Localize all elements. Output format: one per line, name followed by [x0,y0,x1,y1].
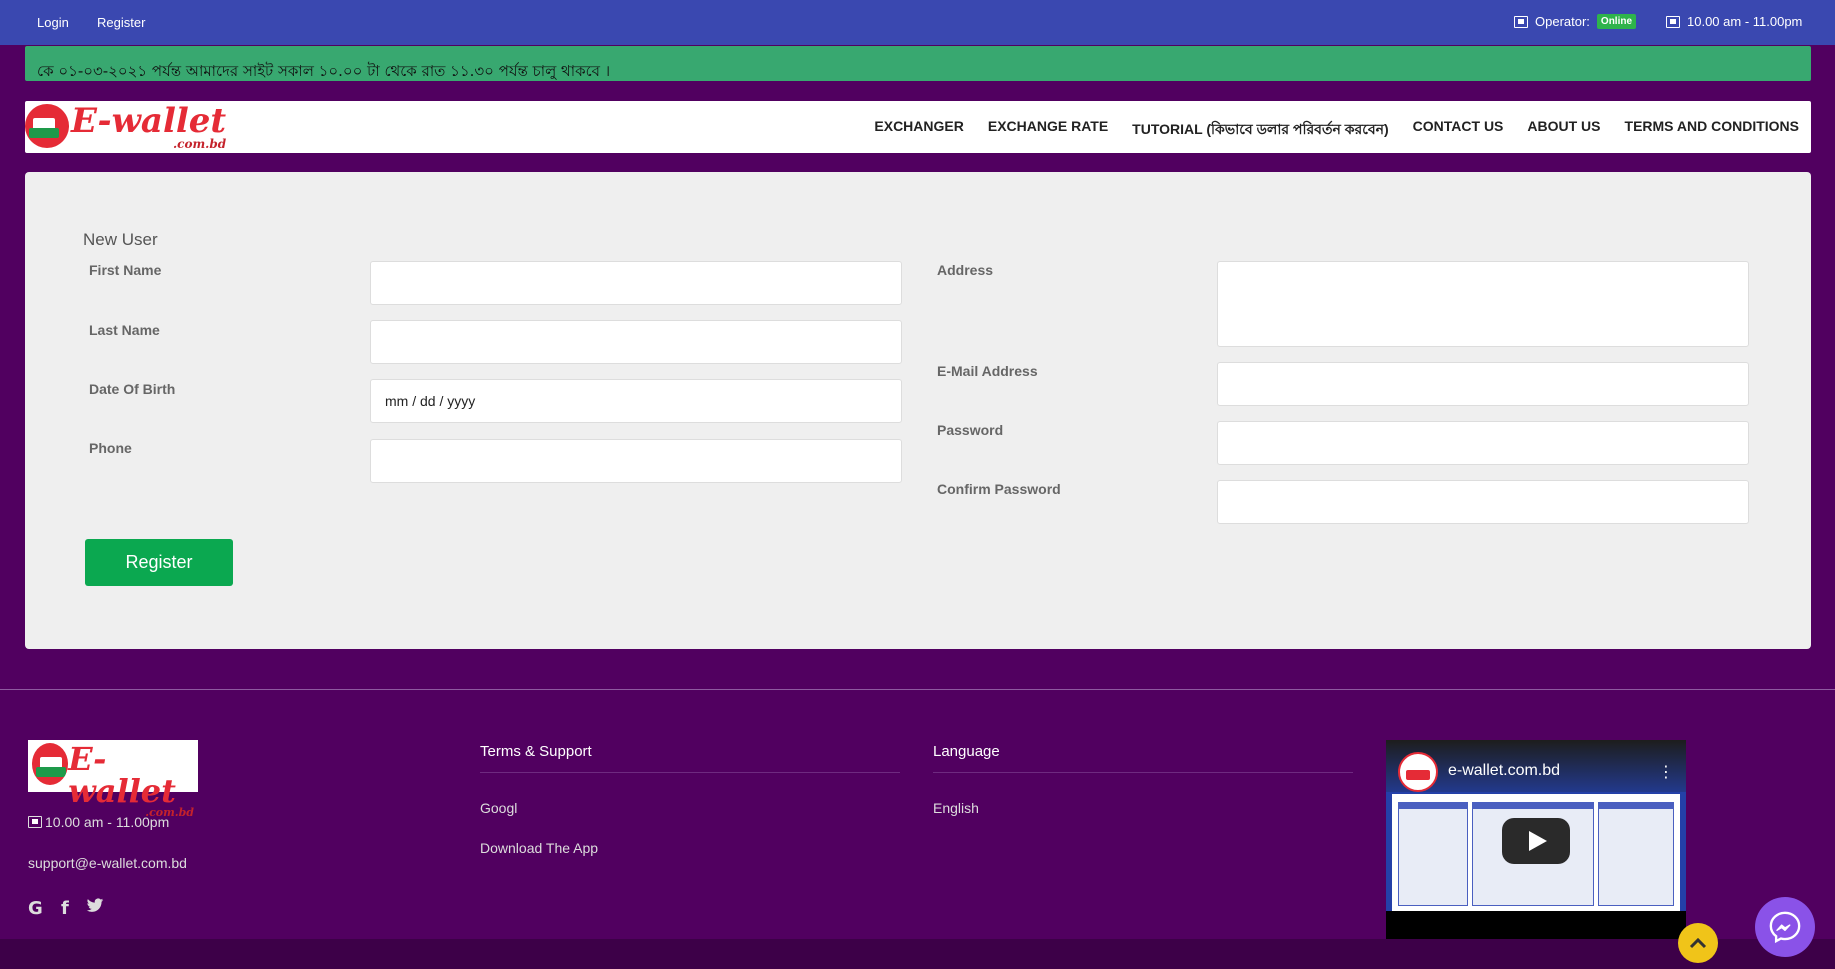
phone-input[interactable] [370,439,902,483]
terms-heading: Terms & Support [480,743,592,760]
dob-placeholder: mm / dd / yyyy [385,393,476,409]
email-input[interactable] [1217,362,1749,406]
first-name-label: First Name [89,262,162,278]
thumbnail-bar [1473,803,1593,809]
register-link[interactable]: Register [97,15,145,30]
twitter-icon[interactable] [86,898,104,919]
thumbnail-column [1398,802,1468,906]
monitor-icon [28,816,42,828]
facebook-icon[interactable]: f [61,898,69,919]
youtube-video-embed[interactable]: e-wallet.com.bd ⋮ [1386,740,1686,939]
footer-hours-text: 10.00 am - 11.00pm [45,814,170,830]
chevron-up-icon [1689,937,1707,949]
status-badge: Online [1596,14,1637,29]
play-button-icon[interactable] [1502,818,1570,864]
hours-text: 10.00 am - 11.00pm [1687,14,1803,29]
form-title: New User [83,230,158,249]
site-logo[interactable]: E-wallet .com.bd [25,104,226,150]
confirm-password-input[interactable] [1217,480,1749,524]
thumbnail-column [1598,802,1674,906]
nav-menu: EXCHANGER EXCHANGE RATE TUTORIAL (কিভাবে… [874,118,1799,142]
password-label: Password [937,422,1004,438]
business-hours: 10.00 am - 11.00pm [1666,14,1802,29]
footer-bottom-strip [0,939,1835,969]
video-bottom-bar [1386,911,1686,939]
nav-terms[interactable]: TERMS AND CONDITIONS [1625,118,1799,142]
phone-label: Phone [89,440,132,456]
footer-link-googl[interactable]: Googl [480,800,517,816]
nav-about-us[interactable]: ABOUT US [1527,118,1600,142]
main-nav: E-wallet .com.bd EXCHANGER EXCHANGE RATE… [25,101,1811,153]
address-textarea[interactable] [1217,261,1749,347]
last-name-label: Last Name [89,322,160,338]
dob-label: Date Of Birth [89,381,176,397]
footer-divider [0,689,1835,690]
nav-exchange-rate[interactable]: EXCHANGE RATE [988,118,1108,142]
scroll-to-top-button[interactable] [1678,923,1718,963]
footer-hours: 10.00 am - 11.00pm [28,814,169,830]
footer-email[interactable]: support@e-wallet.com.bd [28,855,187,871]
email-label: E-Mail Address [937,363,1038,379]
register-button[interactable]: Register [85,539,233,586]
thumbnail-bar [1399,803,1467,809]
monitor-icon [1666,15,1680,28]
footer-logo[interactable]: E-wallet .com.bd [28,740,198,818]
confirm-password-label: Confirm Password [937,481,1061,497]
messenger-icon [1769,911,1801,944]
operator-label: Operator: [1535,14,1590,29]
first-name-input[interactable] [370,261,902,305]
last-name-input[interactable] [370,320,902,364]
more-options-icon[interactable]: ⋮ [1658,762,1674,781]
footer-logo-wordmark: E-wallet [68,740,176,810]
nav-tutorial[interactable]: TUTORIAL (কিভাবে ডলার পরিবর্তন করবেন) [1132,118,1388,142]
operator-status: Operator: Online [1514,14,1637,29]
language-heading: Language [933,743,1000,760]
top-bar: Login Register Operator: Online 10.00 am… [0,0,1835,45]
nav-exchanger[interactable]: EXCHANGER [874,118,963,142]
logo-wordmark: E-wallet [71,101,227,141]
google-icon[interactable]: G [28,898,43,919]
terms-rule [480,772,900,773]
login-link[interactable]: Login [37,15,69,30]
logo-mark-icon [32,743,69,785]
registration-form: New User First Name Last Name Date Of Bi… [25,172,1811,649]
video-title[interactable]: e-wallet.com.bd [1448,762,1560,780]
monitor-icon [1514,15,1528,28]
messenger-chat-button[interactable] [1755,897,1815,957]
language-english[interactable]: English [933,800,979,816]
nav-contact-us[interactable]: CONTACT US [1413,118,1504,142]
password-input[interactable] [1217,421,1749,465]
notice-text: কে ০১-০৩-২০২১ পর্যন্ত আমাদের সাইট সকাল ১… [37,62,611,80]
thumbnail-bar [1599,803,1673,809]
address-label: Address [937,262,994,278]
logo-mark-icon [25,104,69,148]
footer-link-download-app[interactable]: Download The App [480,840,598,856]
dob-input[interactable]: mm / dd / yyyy [370,379,902,423]
language-rule [933,772,1353,773]
notice-marquee: কে ০১-০৩-২০২১ পর্যন্ত আমাদের সাইট সকাল ১… [25,46,1811,81]
channel-avatar[interactable] [1398,752,1438,792]
